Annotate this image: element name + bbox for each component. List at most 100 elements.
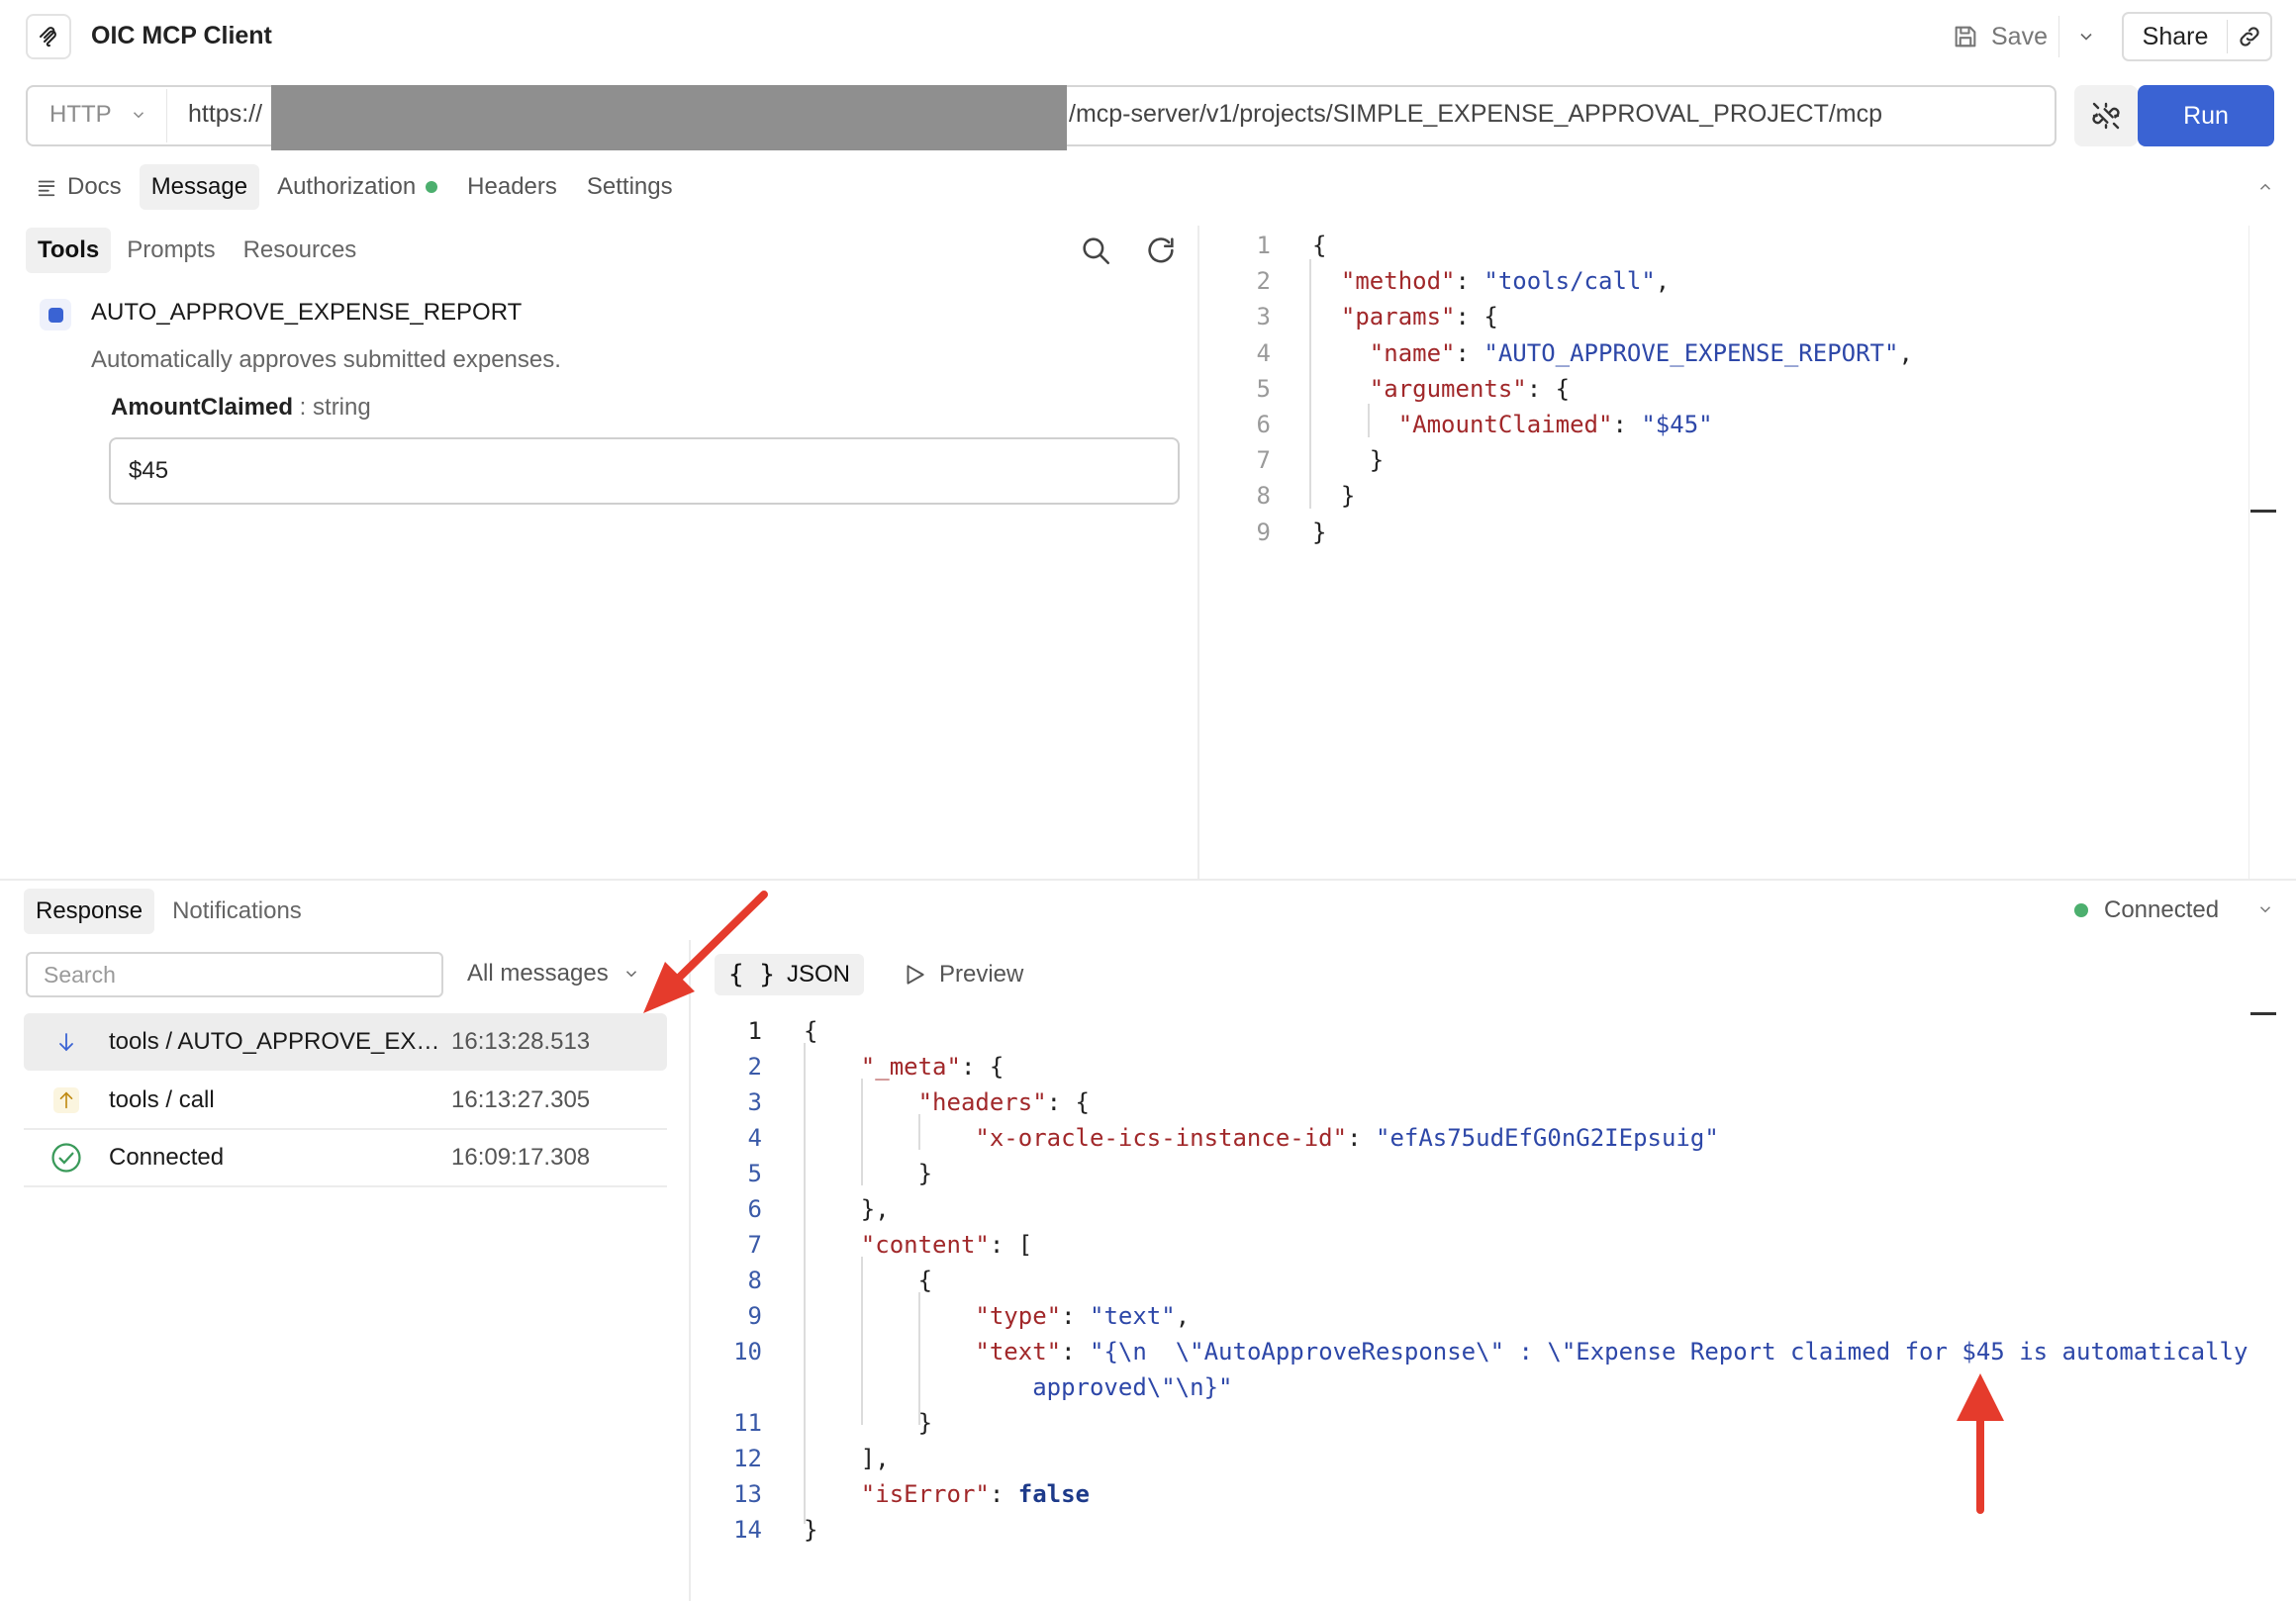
indent-guide	[861, 1257, 863, 1425]
tab-tools[interactable]: Tools	[26, 228, 112, 273]
tab-settings-label: Settings	[586, 173, 673, 200]
tab-headers[interactable]: Headers	[455, 164, 569, 210]
code-line: 14}	[733, 1516, 818, 1544]
tool-description: Automatically approves submitted expense…	[91, 346, 561, 373]
tab-preview-label: Preview	[938, 961, 1024, 988]
message-row[interactable]: Connected 16:09:17.308	[24, 1130, 667, 1187]
connection-status: Connected	[2074, 896, 2219, 924]
message-filter-label: All messages	[467, 960, 609, 987]
code-line: 9}	[1256, 518, 1327, 546]
text-value-line-2: approved\"\n}"	[1032, 1373, 1233, 1401]
amount-claimed-input[interactable]	[109, 437, 1180, 505]
tab-notifications[interactable]: Notifications	[160, 889, 314, 934]
search-tools-button[interactable]	[1079, 234, 1112, 272]
arrow-down-icon	[24, 1030, 109, 1054]
tab-authorization-label: Authorization	[277, 173, 417, 200]
response-tabs: Response Notifications	[24, 889, 314, 934]
code-line: 4 "name": "AUTO_APPROVE_EXPENSE_REPORT",	[1256, 338, 1913, 367]
message-title: Connected	[109, 1144, 225, 1171]
code-line: 2 "_meta": {	[747, 1053, 1004, 1081]
disconnect-button[interactable]	[2074, 85, 2138, 146]
save-icon	[1955, 26, 1976, 47]
code-line: approved\"\n}"	[722, 1369, 2248, 1405]
code-line: 10 "text": "{\n \"AutoApproveResponse\" …	[722, 1334, 2248, 1369]
share-group: Share	[2122, 12, 2272, 61]
link-icon	[2239, 27, 2259, 47]
code-line: 5 }	[747, 1160, 933, 1187]
redacted-host	[271, 85, 1067, 150]
app-logo[interactable]	[26, 14, 71, 59]
param-name: AmountClaimed	[111, 394, 294, 421]
url-prefix[interactable]: https://	[188, 100, 262, 129]
request-json-editor[interactable]: 1{ 2 "method": "tools/call", 3 "params":…	[1227, 228, 1913, 550]
code-line: 13 "isError": false	[722, 1476, 2248, 1512]
run-button[interactable]: Run	[2138, 85, 2274, 146]
code-line: 9 "type": " text ",	[722, 1298, 2248, 1334]
transport-label: HTTP	[49, 101, 112, 128]
indent-guide	[1309, 259, 1311, 509]
message-title: tools / AUTO_APPROVE_EXPENSE_REPORT	[109, 1028, 451, 1055]
play-icon	[907, 965, 924, 985]
refresh-icon	[1148, 237, 1174, 263]
editor-scroll-track	[2248, 226, 2249, 879]
chevron-down-icon	[625, 971, 636, 978]
tab-message-label: Message	[150, 173, 248, 200]
transport-select[interactable]: HTTP	[49, 101, 147, 129]
message-time: 16:09:17.308	[451, 1144, 591, 1171]
instance-id-value: efAs75udEfG0nG2IEpsuig	[1389, 1124, 1705, 1152]
arrow-up-icon	[53, 1087, 79, 1113]
copy-link-button[interactable]	[2228, 24, 2270, 49]
save-options-dropdown[interactable]	[2068, 14, 2104, 59]
request-tabs: Docs Message Authorization Headers Setti…	[24, 164, 685, 210]
response-json-viewer[interactable]: 1{ 2 "_meta": { 3 "headers": { 4 "x-orac…	[722, 1013, 2248, 1548]
chevron-down-icon	[2080, 33, 2092, 41]
message-row[interactable]: tools / call 16:13:27.305	[24, 1073, 667, 1130]
save-label: Save	[1991, 22, 2048, 50]
indent-guide	[918, 1114, 920, 1150]
editor-scrollbar[interactable]	[2250, 510, 2276, 513]
url-path[interactable]: /mcp-server/v1/projects/SIMPLE_EXPENSE_A…	[1069, 100, 1882, 129]
code-line: 11 }	[733, 1409, 933, 1437]
code-line: 4 "x-oracle-ics-instance-id": " efAs75udE…	[722, 1120, 2248, 1156]
app-title: OIC MCP Client	[91, 22, 272, 49]
message-time: 16:13:28.513	[451, 1028, 591, 1055]
refresh-tools-button[interactable]	[1144, 234, 1178, 272]
auth-status-dot	[426, 181, 438, 193]
type-value: text	[1103, 1302, 1162, 1330]
share-button[interactable]: Share	[2124, 23, 2227, 51]
docs-lines-icon	[38, 180, 55, 197]
pane-divider	[1197, 226, 1199, 879]
collapse-response-button[interactable]	[2256, 900, 2274, 923]
tab-response[interactable]: Response	[24, 889, 155, 934]
section-divider[interactable]	[0, 879, 2296, 881]
connection-dot	[2074, 903, 2088, 917]
message-row[interactable]: tools / AUTO_APPROVE_EXPENSE_REPORT 16:1…	[24, 1013, 667, 1071]
save-button[interactable]: Save	[1952, 14, 2048, 59]
param-label: AmountClaimed : string	[111, 394, 371, 422]
message-search-input[interactable]	[26, 952, 443, 997]
tab-preview[interactable]: Preview	[888, 954, 1037, 995]
tab-authorization[interactable]: Authorization	[265, 164, 449, 210]
indent-guide	[918, 1292, 920, 1425]
tool-selected-indicator[interactable]	[40, 299, 71, 330]
response-pane-divider	[689, 940, 691, 1601]
message-filter-select[interactable]: All messages	[467, 960, 640, 988]
indent-guide	[861, 1079, 863, 1185]
tab-docs[interactable]: Docs	[24, 164, 134, 210]
mcp-logo-icon	[40, 27, 56, 47]
tab-resources[interactable]: Resources	[232, 228, 369, 273]
code-line: 12 ],	[733, 1445, 890, 1472]
tab-prompts[interactable]: Prompts	[115, 228, 227, 273]
tab-settings[interactable]: Settings	[575, 164, 685, 210]
chevron-down-icon	[2259, 906, 2271, 913]
is-error-value: false	[1017, 1480, 1090, 1508]
save-divider	[2058, 16, 2059, 57]
collapse-panel-button[interactable]	[2256, 178, 2274, 201]
tab-json[interactable]: { } JSON	[715, 954, 864, 995]
url-divider	[166, 89, 167, 142]
response-scrollbar[interactable]	[2250, 1012, 2276, 1015]
message-title: tools / call	[109, 1086, 215, 1113]
tab-message[interactable]: Message	[139, 164, 260, 210]
tool-name[interactable]: AUTO_APPROVE_EXPENSE_REPORT	[91, 299, 522, 327]
code-line: 8 {	[747, 1267, 933, 1294]
